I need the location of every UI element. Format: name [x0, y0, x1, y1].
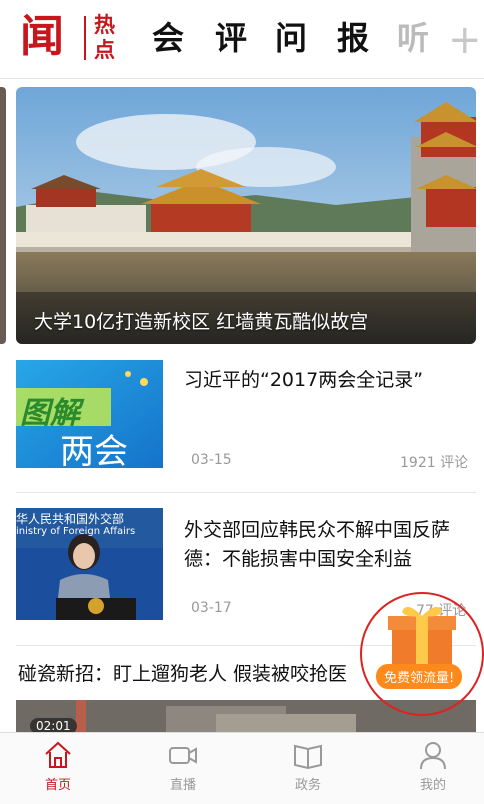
- tab-wen[interactable]: 问: [275, 18, 307, 58]
- news-date: 03-17: [191, 600, 232, 616]
- plus-icon[interactable]: +: [448, 20, 482, 60]
- news-thumbnail: 华人民共和国外交部 inistry of Foreign Affairs: [16, 508, 163, 620]
- video-duration: 02:01: [30, 718, 77, 732]
- bottom-tab-bar: 首页 直播 政务 我的: [0, 732, 484, 804]
- thumb-banner-subtext: inistry of Foreign Affairs: [16, 526, 136, 537]
- top-header: 闻 热点 会 评 问 报 听 +: [0, 0, 484, 79]
- comment-count: 1921 评论: [400, 455, 469, 471]
- hero-banner[interactable]: 大学10亿打造新校区 红墙黄瓦酷似故宫: [16, 87, 476, 344]
- tab-label: 我的: [419, 778, 446, 793]
- tab-label: 首页: [44, 778, 71, 793]
- hero-caption: 大学10亿打造新校区 红墙黄瓦酷似故宫: [34, 311, 369, 333]
- home-icon: [45, 741, 71, 768]
- tab-hui[interactable]: 会: [152, 18, 184, 58]
- hero-image: [16, 87, 476, 344]
- carousel-previous-peek[interactable]: [0, 87, 6, 344]
- thumb-subheadline: 两会: [60, 432, 128, 468]
- logo-separator: [84, 16, 86, 60]
- tab-bao[interactable]: 报: [337, 18, 369, 58]
- promo-highlight-circle[interactable]: 免费领流量!: [360, 592, 484, 716]
- news-item[interactable]: 图解 两会 习近平的“2017两会全记录” 03-15 1921 评论: [16, 360, 476, 471]
- tab-label: 政务: [294, 778, 321, 793]
- thumb-banner-text: 华人民共和国外交部: [16, 512, 125, 526]
- news-title: 外交部回应韩民众不解中国反萨德：不能损害中国安全利益: [184, 519, 451, 570]
- app-logo: 闻: [20, 11, 64, 62]
- tab-label: 直播: [169, 778, 196, 793]
- news-title: 习近平的“2017两会全记录”: [184, 369, 424, 391]
- news-title[interactable]: 碰瓷新招：盯上遛狗老人 假装被咬抢医: [18, 660, 378, 689]
- logo-subtitle: 热点: [94, 12, 115, 62]
- news-thumbnail: 图解 两会: [16, 360, 163, 468]
- gift-box-icon: [388, 606, 456, 678]
- tab-ting[interactable]: 听: [397, 18, 429, 58]
- news-date: 03-15: [191, 452, 232, 468]
- divider: [16, 492, 476, 493]
- video-camera-icon: [169, 747, 197, 764]
- open-book-icon: [294, 744, 322, 770]
- tab-ping[interactable]: 评: [215, 18, 247, 58]
- user-icon: [420, 742, 446, 770]
- promo-label[interactable]: 免费领流量!: [376, 664, 463, 689]
